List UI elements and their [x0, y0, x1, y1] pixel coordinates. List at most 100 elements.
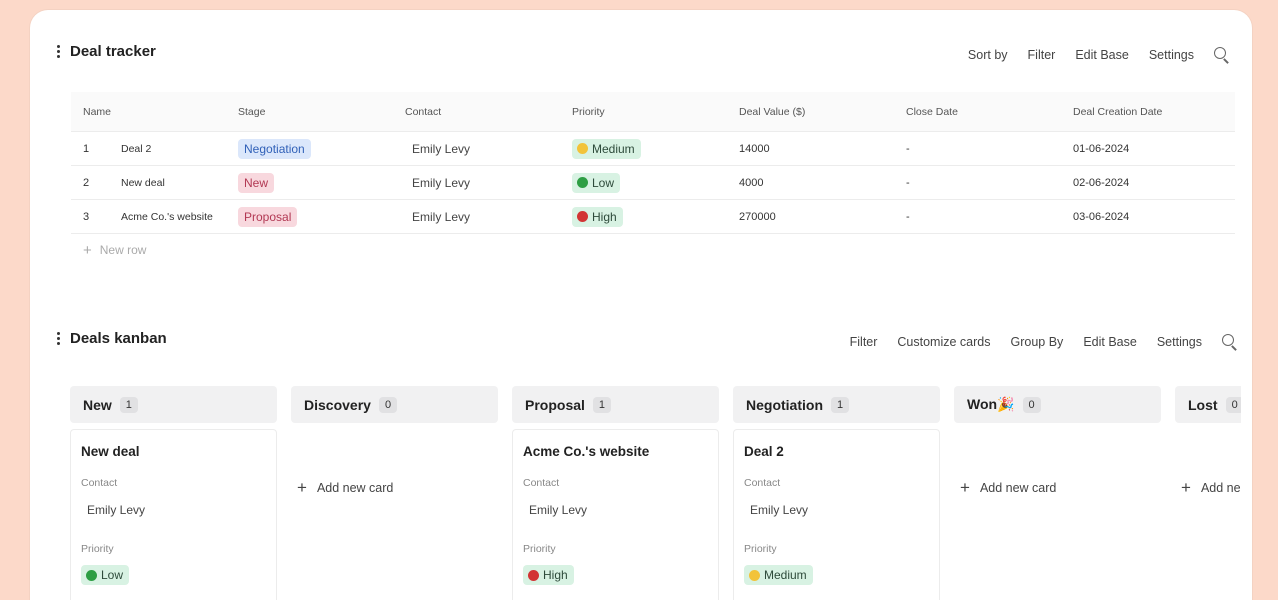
stage-cell[interactable]: New — [238, 166, 405, 199]
priority-tag: High — [523, 565, 574, 585]
creation-date-cell[interactable]: 01-06-2024 — [1073, 132, 1235, 165]
column-title: New — [83, 396, 112, 413]
priority-cell[interactable]: Medium — [572, 132, 739, 165]
deals-kanban-toolbar: Filter Customize cards Group By Edit Bas… — [850, 334, 1238, 350]
name-cell: 2 New deal — [71, 166, 238, 199]
kanban-column-negotiation: Negotiation 1 Deal 2 Contact Emily Levy … — [733, 386, 940, 600]
table-row[interactable]: 3 Acme Co.'s website Proposal Emily Levy… — [71, 200, 1235, 234]
priority-cell[interactable]: Low — [572, 166, 739, 199]
customize-cards-button[interactable]: Customize cards — [897, 335, 990, 349]
column-header-deal-value[interactable]: Deal Value ($) — [739, 92, 906, 131]
priority-tag: Medium — [572, 138, 641, 159]
row-number: 2 — [83, 176, 90, 189]
priority-label: Priority — [81, 543, 114, 555]
kebab-menu-icon[interactable] — [52, 45, 64, 58]
creation-date-cell[interactable]: 02-06-2024 — [1073, 166, 1235, 199]
close-date-cell[interactable]: - — [906, 200, 1073, 233]
count-badge: 0 — [1225, 396, 1241, 413]
deal-name[interactable]: New deal — [121, 177, 165, 189]
deal-table: Name Stage Contact Priority Deal Value (… — [71, 92, 1235, 266]
column-header-name[interactable]: Name — [71, 92, 238, 131]
deals-kanban-header: Deals kanban — [52, 330, 167, 347]
stage-cell[interactable]: Proposal — [238, 200, 405, 233]
green-circle-icon — [577, 177, 588, 188]
card-title: Deal 2 — [744, 444, 784, 459]
new-row-button[interactable]: + New row — [71, 234, 1235, 266]
settings-button[interactable]: Settings — [1157, 335, 1202, 349]
search-icon[interactable] — [1214, 47, 1230, 63]
kanban-card[interactable]: Acme Co.'s website Contact Emily Levy Pr… — [512, 429, 719, 600]
deal-value-cell[interactable]: 4000 — [739, 166, 906, 199]
row-number: 1 — [83, 142, 90, 155]
edit-base-button[interactable]: Edit Base — [1083, 335, 1137, 349]
app-panel: Deal tracker Sort by Filter Edit Base Se… — [30, 10, 1252, 600]
column-header[interactable]: Discovery 0 — [291, 386, 498, 423]
add-card-label: Add new card — [979, 481, 1057, 495]
priority-tag: Medium — [744, 565, 813, 585]
group-by-button[interactable]: Group By — [1011, 335, 1064, 349]
column-header[interactable]: New 1 — [70, 386, 277, 423]
count-badge: 0 — [378, 396, 398, 413]
table-row[interactable]: 2 New deal New Emily Levy Low 4000 - 02-… — [71, 166, 1235, 200]
count-badge: 1 — [831, 396, 850, 413]
red-circle-icon — [528, 569, 539, 581]
kanban-column-lost: Lost 0 + Add ne — [1175, 386, 1241, 498]
column-header-priority[interactable]: Priority — [572, 92, 739, 131]
filter-button[interactable]: Filter — [1028, 48, 1056, 62]
deal-name[interactable]: Deal 2 — [121, 143, 151, 155]
add-card-button[interactable]: + Add new card — [291, 478, 498, 498]
contact-cell[interactable]: Emily Levy — [405, 132, 572, 165]
kanban-board: New 1 New deal Contact Emily Levy Priori… — [70, 386, 1241, 600]
column-header-creation-date[interactable]: Deal Creation Date — [1073, 92, 1235, 131]
plus-icon: + — [960, 478, 970, 497]
add-card-label: Add ne — [1200, 481, 1241, 495]
creation-date-cell[interactable]: 03-06-2024 — [1073, 200, 1235, 233]
kanban-card[interactable]: New deal Contact Emily Levy Priority Low — [70, 429, 277, 600]
column-header-contact[interactable]: Contact — [405, 92, 572, 131]
settings-button[interactable]: Settings — [1149, 48, 1194, 62]
deal-value-cell[interactable]: 270000 — [739, 200, 906, 233]
name-cell: 1 Deal 2 — [71, 132, 238, 165]
count-badge: 1 — [119, 396, 138, 413]
filter-button[interactable]: Filter — [850, 335, 878, 349]
contact-cell[interactable]: Emily Levy — [405, 200, 572, 233]
priority-cell[interactable]: High — [572, 200, 739, 233]
stage-tag: Negotiation — [238, 138, 311, 159]
count-badge: 1 — [592, 396, 612, 413]
sort-by-button[interactable]: Sort by — [968, 48, 1008, 62]
priority-value: Medium — [764, 568, 807, 582]
contact-value: Emily Levy — [412, 175, 471, 190]
table-header: Name Stage Contact Priority Deal Value (… — [71, 92, 1235, 132]
column-header[interactable]: Won🎉 0 — [954, 386, 1161, 423]
add-card-button[interactable]: + Add ne — [1175, 478, 1241, 498]
deal-name[interactable]: Acme Co.'s website — [121, 211, 213, 223]
kanban-column-new: New 1 New deal Contact Emily Levy Priori… — [70, 386, 277, 600]
contact-value: Emily Levy — [87, 503, 146, 517]
kebab-menu-icon[interactable] — [52, 332, 64, 345]
table-row[interactable]: 1 Deal 2 Negotiation Emily Levy Medium 1… — [71, 132, 1235, 166]
close-date-cell[interactable]: - — [906, 132, 1073, 165]
green-circle-icon — [86, 569, 97, 581]
kanban-card[interactable]: Deal 2 Contact Emily Levy Priority Mediu… — [733, 429, 940, 600]
yellow-circle-icon — [577, 143, 588, 154]
column-header[interactable]: Proposal 1 — [512, 386, 719, 423]
add-card-button[interactable]: + Add new card — [954, 478, 1161, 498]
column-header[interactable]: Negotiation 1 — [733, 386, 940, 423]
count-badge: 0 — [1022, 396, 1041, 413]
search-icon[interactable] — [1222, 334, 1238, 350]
stage-cell[interactable]: Negotiation — [238, 132, 405, 165]
deal-tracker-title: Deal tracker — [70, 43, 156, 60]
deal-value-cell[interactable]: 14000 — [739, 132, 906, 165]
priority-label: Priority — [744, 543, 777, 555]
column-header[interactable]: Lost 0 — [1175, 386, 1241, 423]
edit-base-button[interactable]: Edit Base — [1075, 48, 1129, 62]
priority-value: High — [592, 209, 617, 224]
close-date-cell[interactable]: - — [906, 166, 1073, 199]
column-title: Negotiation — [746, 396, 823, 413]
column-header-close-date[interactable]: Close Date — [906, 92, 1073, 131]
contact-label: Contact — [81, 477, 118, 489]
stage-tag: New — [238, 172, 275, 193]
contact-value: Emily Levy — [412, 209, 471, 224]
contact-cell[interactable]: Emily Levy — [405, 166, 572, 199]
column-header-stage[interactable]: Stage — [238, 92, 405, 131]
